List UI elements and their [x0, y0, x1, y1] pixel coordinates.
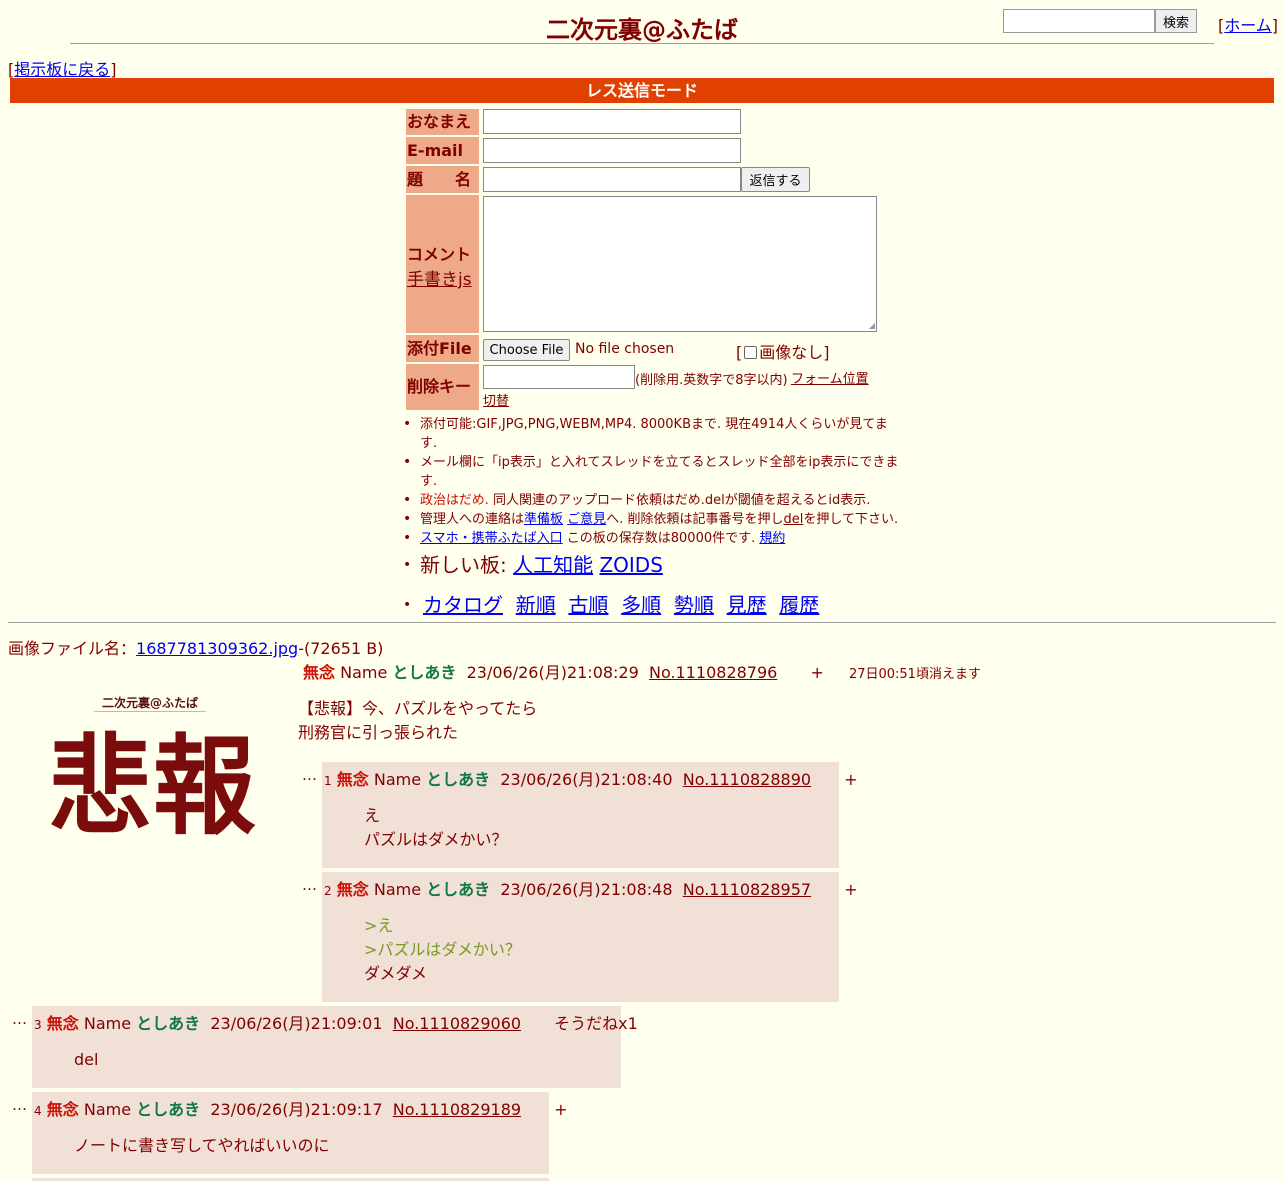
new-board-ai-link[interactable]: 人工知能: [513, 553, 593, 577]
note-mobile: スマホ・携帯ふたば入口 この板の保存数は80000件です. 規約: [403, 529, 900, 548]
reply-3: 3 無念 Name としあき 23/06/26(月)21:09:01 No.11…: [32, 1006, 638, 1088]
op-expire: 27日00:51頃消えます: [848, 667, 981, 682]
subject-label: 題 名: [406, 166, 479, 193]
feedback-link[interactable]: ご意見: [567, 512, 606, 527]
new-board-zoids-link[interactable]: ZOIDS: [599, 553, 662, 577]
nav-most-replies-link[interactable]: 多順: [621, 593, 661, 617]
reply-4: 4 無念 Name としあき 23/06/26(月)21:09:17 No.11…: [32, 1092, 568, 1174]
reply-2-sodane-button[interactable]: +: [844, 880, 857, 899]
reply-1-body: え パズルはダメかい？: [364, 806, 508, 849]
nav-history-link[interactable]: 履歴: [779, 593, 819, 617]
nav-momentum-link[interactable]: 勢順: [674, 593, 714, 617]
reply-menu-icon[interactable]: …: [12, 1010, 27, 1028]
reply-1-post-number[interactable]: No.1110828890: [683, 770, 811, 789]
op-sodane-button[interactable]: +: [810, 663, 823, 682]
noimage-option: [画像なし]: [736, 343, 830, 362]
note-rules: 政治はだめ. 同人関連のアップロード依頼はだめ.delが閾値を超えるとid表示.: [403, 491, 900, 510]
reply-menu-icon[interactable]: …: [12, 1096, 27, 1114]
email-field[interactable]: [483, 138, 741, 163]
mobile-entrance-link[interactable]: スマホ・携帯ふたば入口: [420, 531, 563, 546]
thumb-text: 悲報: [48, 724, 258, 850]
note-contact: 管理人への連絡は準備板 ご意見へ. 削除依頼は記事番号を押しdelを押して下さい…: [403, 510, 900, 529]
reply-3-post-number[interactable]: No.1110829060: [393, 1014, 521, 1033]
reply-1: 1 無念 Name としあき 23/06/26(月)21:08:40 No.11…: [322, 762, 858, 868]
reply-menu-icon[interactable]: …: [302, 766, 317, 784]
op-thumbnail[interactable]: 二次元裏@ふたば 悲報: [28, 690, 278, 858]
comment-textarea[interactable]: ◢: [483, 196, 877, 332]
reply-4-sodane-button[interactable]: +: [554, 1100, 567, 1119]
reply-2: 2 無念 Name としあき 23/06/26(月)21:08:48 No.11…: [322, 872, 858, 1002]
reply-2-body: >え >パズルはダメかい？ ダメダメ: [364, 916, 521, 983]
back-to-board-link[interactable]: 掲示板に戻る: [14, 60, 110, 79]
reply-3-sodane-button[interactable]: そうだねx1: [554, 1014, 638, 1033]
comment-label: コメント: [407, 245, 472, 264]
comment-label-cell: コメント 手書きjs: [406, 195, 479, 333]
note-new-boards: 新しい板: 人工知能 ZOIDS: [403, 552, 900, 578]
op-post-number[interactable]: No.1110828796: [649, 663, 777, 682]
subject-field[interactable]: [483, 167, 741, 192]
title-divider: [70, 43, 1214, 44]
thumb-caption: 二次元裏@ふたば: [94, 694, 206, 712]
note-ip-display: メール欄に「ip表示」と入れてスレッドを立てるとスレッド全部をip表示にできます…: [403, 453, 900, 491]
prep-board-link[interactable]: 準備板: [524, 512, 563, 527]
name-field[interactable]: [483, 109, 741, 134]
search-button[interactable]: 検索: [1155, 9, 1197, 33]
reply-4-body: ノートに書き写してやればいいのに: [74, 1136, 330, 1155]
choose-file-button[interactable]: Choose File: [483, 339, 570, 361]
file-label: 添付File: [406, 335, 479, 362]
resize-handle-icon[interactable]: ◢: [869, 321, 875, 330]
op-header: 無念 Name としあき 23/06/26(月)21:08:29 No.1110…: [303, 663, 981, 682]
nav-oldest-link[interactable]: 古順: [568, 593, 608, 617]
delkey-label: 削除キー: [406, 364, 479, 410]
form-position-toggle-link[interactable]: フォーム位置切替: [483, 372, 869, 409]
reply-3-body: del: [74, 1050, 99, 1069]
home-nav: [ホーム]: [1218, 16, 1279, 35]
nav-links: カタログ 新順 古順 多順 勢順 見歴 履歴: [403, 592, 900, 618]
op-file-info: 画像ファイル名：1687781309362.jpg-(72651 B): [8, 639, 384, 658]
file-status: No file chosen: [575, 341, 675, 357]
search-input[interactable]: [1003, 9, 1155, 33]
home-link[interactable]: ホーム: [1224, 16, 1272, 35]
del-link[interactable]: del: [783, 512, 803, 527]
reply-mode-bar: レス送信モード: [10, 78, 1274, 103]
name-label: おなまえ: [406, 109, 479, 135]
nav-newest-link[interactable]: 新順: [516, 593, 556, 617]
noimage-label: 画像なし: [759, 343, 824, 362]
op-file-link[interactable]: 1687781309362.jpg: [136, 639, 298, 658]
note-file-types: 添付可能:GIF,JPG,PNG,WEBM,MP4. 8000KBまで. 現在4…: [403, 415, 900, 453]
terms-link[interactable]: 規約: [759, 531, 785, 546]
board-notes: 添付可能:GIF,JPG,PNG,WEBM,MP4. 8000KBまで. 現在4…: [403, 415, 900, 618]
reply-menu-icon[interactable]: …: [302, 876, 317, 894]
reply-2-post-number[interactable]: No.1110828957: [683, 880, 811, 899]
email-label: E-mail: [406, 137, 479, 164]
reply-1-sodane-button[interactable]: +: [844, 770, 857, 789]
noimage-checkbox[interactable]: [744, 346, 758, 359]
handwriting-link[interactable]: 手書きjs: [407, 270, 472, 290]
nav-catalog-link[interactable]: カタログ: [423, 593, 503, 617]
nav-viewed-link[interactable]: 見歴: [727, 593, 767, 617]
op-body: 【悲報】今、パズルをやってたら 刑務官に引っ張られた: [298, 699, 538, 742]
submit-reply-button[interactable]: 返信する: [741, 167, 810, 192]
thread-divider: [8, 622, 1276, 623]
back-nav: [掲示板に戻る]: [8, 60, 117, 79]
reply-4-post-number[interactable]: No.1110829189: [393, 1100, 521, 1119]
